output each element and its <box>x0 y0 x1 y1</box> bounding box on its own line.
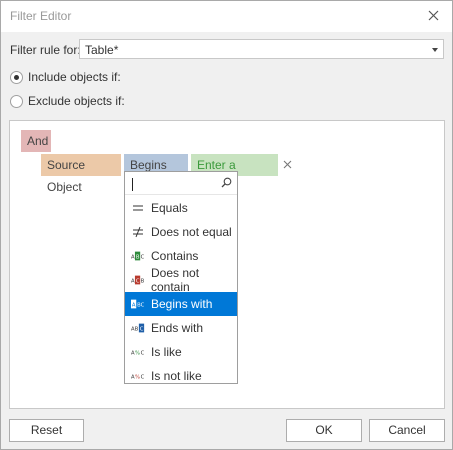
ok-button[interactable]: OK <box>286 419 362 442</box>
does-not-contain-icon: A C B <box>131 273 145 287</box>
svg-text:C: C <box>141 351 145 357</box>
include-option[interactable]: Include objects if: <box>10 70 121 84</box>
operator-item-label: Is like <box>151 345 182 359</box>
operator-item-contains[interactable]: A B C Contains <box>125 244 237 268</box>
operator-item-label: Begins with <box>151 297 213 311</box>
cancel-button[interactable]: Cancel <box>369 419 445 442</box>
operator-item-begins-with[interactable]: A BC Begins with <box>125 292 237 316</box>
group-operator-chip[interactable]: And <box>21 130 51 152</box>
begins-with-icon: A BC <box>131 297 145 311</box>
operator-item-label: Equals <box>151 201 188 215</box>
operator-item-is-like[interactable]: A % C Is like <box>125 340 237 364</box>
svg-text:C: C <box>136 279 140 285</box>
svg-text:B: B <box>141 279 145 285</box>
operator-search-input[interactable] <box>129 176 233 192</box>
operator-item-ends-with[interactable]: AB C Ends with <box>125 316 237 340</box>
operator-item-label: Does not equal <box>151 225 232 239</box>
search-icon <box>221 177 232 188</box>
is-like-icon: A % C <box>131 345 145 359</box>
include-radio[interactable] <box>10 70 23 84</box>
operator-item-equals[interactable]: Equals <box>125 196 237 220</box>
exclude-label: Exclude objects if: <box>28 94 125 108</box>
svg-text:C: C <box>140 327 144 333</box>
filter-rule-label: Filter rule for: <box>10 43 81 57</box>
svg-text:A: A <box>132 303 136 309</box>
window-title: Filter Editor <box>10 9 72 23</box>
svg-text:B: B <box>136 255 140 261</box>
close-icon <box>428 10 439 21</box>
close-button[interactable] <box>422 5 446 27</box>
svg-text:C: C <box>141 255 145 261</box>
operator-item-label: Is not like <box>151 369 202 383</box>
remove-condition-button[interactable] <box>282 159 294 171</box>
search-separator <box>125 194 237 195</box>
svg-text:C: C <box>141 375 145 381</box>
not-equal-icon <box>131 225 145 239</box>
equals-icon <box>131 201 145 215</box>
exclude-option[interactable]: Exclude objects if: <box>10 94 125 108</box>
svg-text:%: % <box>135 351 140 357</box>
filter-editor-dialog: Filter Editor Filter rule for: Table* In… <box>0 0 453 450</box>
operator-item-does-not-contain[interactable]: A C B Does not contain <box>125 266 237 294</box>
operator-item-label: Contains <box>151 249 199 263</box>
operator-dropdown: Equals Does not equal A B C Contains A C… <box>124 171 238 384</box>
filter-rule-combo[interactable]: Table* <box>79 39 444 59</box>
svg-text:A: A <box>131 279 135 285</box>
svg-text:BC: BC <box>137 303 145 309</box>
reset-button[interactable]: Reset <box>9 419 84 442</box>
title-bar: Filter Editor <box>1 1 452 32</box>
filter-rule-value: Table* <box>85 43 119 57</box>
svg-text:AB: AB <box>131 327 139 333</box>
text-caret <box>132 178 133 191</box>
exclude-radio[interactable] <box>10 94 23 108</box>
ends-with-icon: AB C <box>131 321 145 335</box>
operator-item-label: Does not contain <box>151 266 200 294</box>
remove-icon <box>283 160 292 169</box>
is-not-like-icon: A % C <box>131 369 145 383</box>
operator-item-does-not-equal[interactable]: Does not equal <box>125 220 237 244</box>
contains-icon: A B C <box>131 249 145 263</box>
svg-text:%: % <box>135 375 140 381</box>
svg-text:A: A <box>131 255 135 261</box>
dropdown-arrow-icon <box>432 48 438 52</box>
operator-item-is-not-like[interactable]: A % C Is not like <box>125 364 237 388</box>
include-label: Include objects if: <box>28 70 121 84</box>
condition-field-chip[interactable]: Source Object <box>41 154 121 194</box>
operator-item-label: Ends with <box>151 321 204 335</box>
